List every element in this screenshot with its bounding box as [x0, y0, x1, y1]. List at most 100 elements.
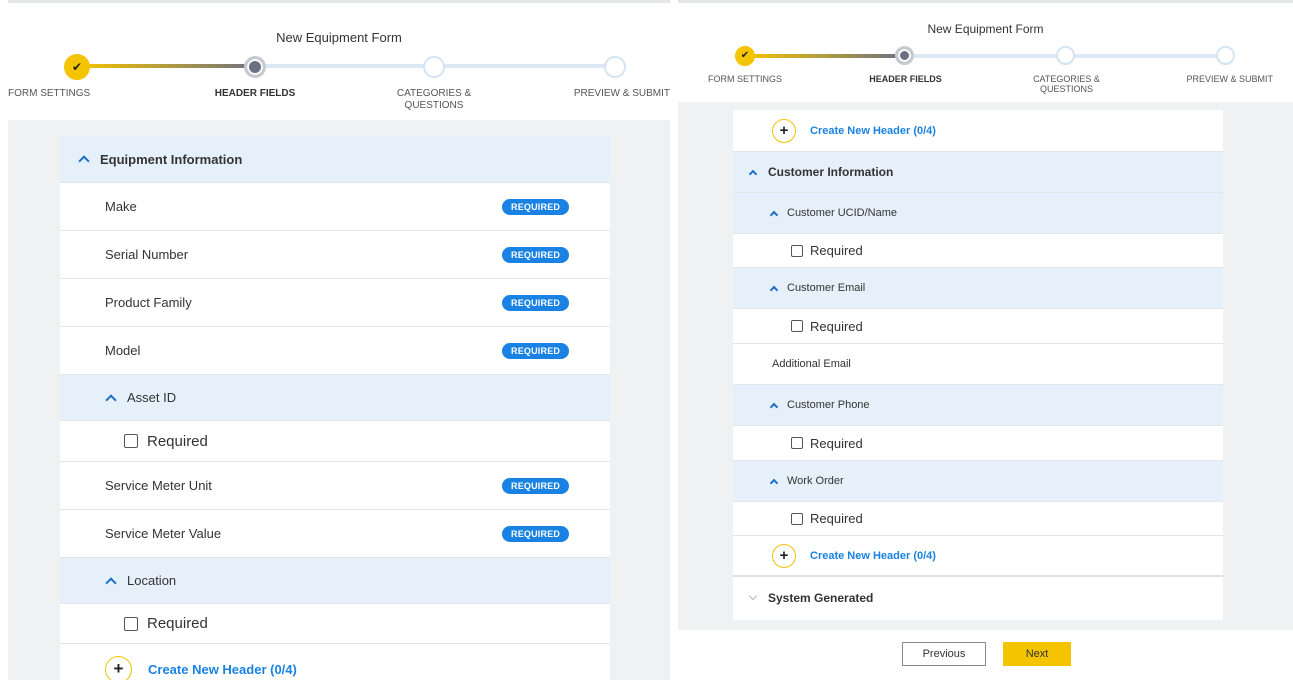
subsection-label: Customer Email [787, 282, 866, 294]
create-header-row[interactable]: + Create New Header (0/4) [733, 110, 1223, 152]
step-form-settings[interactable]: ✔ [735, 46, 755, 66]
header-fields-list: Equipment Information Make REQUIRED Seri… [60, 136, 610, 680]
subsection-work-order[interactable]: Work Order [733, 461, 1223, 502]
top-divider [678, 0, 1293, 3]
checkbox-label: Required [810, 511, 863, 526]
step-label-header-fields[interactable]: HEADER FIELDS [848, 74, 963, 84]
field-label: Serial Number [105, 247, 189, 262]
step-label-categories[interactable]: CATEGORIES & QUESTIONS [1024, 74, 1109, 95]
required-badge[interactable]: REQUIRED [502, 525, 570, 542]
plus-icon[interactable]: + [772, 543, 796, 568]
chevron-up-icon [769, 285, 779, 295]
create-header-row[interactable]: + Create New Header (0/4) [733, 536, 1223, 577]
section-system-generated[interactable]: System Generated [733, 577, 1223, 619]
subsection-customer-email[interactable]: Customer Email [733, 268, 1223, 309]
required-badge[interactable]: REQUIRED [502, 294, 570, 311]
required-checkbox-row: Required [60, 421, 610, 462]
plus-icon[interactable]: + [105, 655, 132, 680]
step-preview-submit[interactable] [1216, 46, 1235, 65]
field-label: Make [105, 199, 137, 214]
required-checkbox-row: Required [733, 502, 1223, 536]
step-label-form-settings[interactable]: FORM SETTINGS [8, 88, 128, 100]
required-checkbox[interactable] [791, 512, 803, 525]
field-label: Product Family [105, 295, 192, 310]
header-fields-list: + Create New Header (0/4) Customer Infor… [733, 110, 1223, 620]
subsection-label: Customer UCID/Name [787, 207, 898, 219]
field-label: Model [105, 343, 141, 358]
subsection-label: Customer Phone [787, 399, 870, 411]
step-categories[interactable] [423, 56, 445, 78]
right-form-panel: New Equipment Form ✔ FORM SETTINGS HEADE… [678, 0, 1293, 680]
step-label-preview-submit[interactable]: PREVIEW & SUBMIT [1173, 74, 1273, 84]
section-title: Customer Information [768, 165, 894, 179]
step-header-fields[interactable] [244, 56, 266, 78]
subsection-customer-phone[interactable]: Customer Phone [733, 385, 1223, 426]
field-row: Serial Number REQUIRED [60, 231, 610, 279]
checkbox-label: Required [147, 432, 208, 450]
chevron-up-icon [769, 402, 779, 412]
field-row: Service Meter Value REQUIRED [60, 510, 610, 558]
field-label: Additional Email [772, 358, 851, 370]
subsection-asset-id[interactable]: Asset ID [60, 375, 610, 421]
field-row: Make REQUIRED [60, 183, 610, 231]
subsection-label: Asset ID [127, 390, 177, 405]
progress-line-complete [78, 64, 258, 68]
footer-bar: Previous Next [678, 630, 1293, 680]
field-row: Service Meter Unit REQUIRED [60, 462, 610, 510]
chevron-up-icon [769, 210, 779, 220]
required-checkbox-row: Required [733, 426, 1223, 461]
step-header-fields[interactable] [895, 46, 914, 65]
step-label-categories[interactable]: CATEGORIES & QUESTIONS [384, 88, 484, 111]
required-checkbox-row: Required [733, 309, 1223, 344]
chevron-up-icon [748, 169, 758, 179]
stepper-header: New Equipment Form ✔ FORM SETTINGS HEADE… [8, 0, 670, 120]
subsection-location[interactable]: Location [60, 558, 610, 604]
create-header-row[interactable]: + Create New Header (0/4) [60, 644, 610, 680]
required-badge[interactable]: REQUIRED [502, 477, 570, 494]
plus-icon[interactable]: + [772, 118, 796, 143]
top-divider [8, 0, 670, 3]
create-new-header-link[interactable]: Create New Header (0/4) [810, 125, 936, 137]
form-title: New Equipment Form [276, 30, 402, 45]
required-badge[interactable]: REQUIRED [502, 342, 570, 359]
checkbox-label: Required [810, 318, 863, 334]
create-new-header-link[interactable]: Create New Header (0/4) [148, 662, 297, 677]
required-checkbox[interactable] [791, 437, 803, 449]
create-new-header-link[interactable]: Create New Header (0/4) [810, 550, 936, 562]
required-checkbox[interactable] [791, 244, 803, 257]
step-label-header-fields[interactable]: HEADER FIELDS [195, 88, 315, 100]
required-badge[interactable]: REQUIRED [502, 198, 570, 215]
chevron-up-icon [105, 393, 117, 406]
required-checkbox[interactable] [124, 434, 138, 448]
subsection-label: Location [127, 573, 177, 588]
required-badge[interactable]: REQUIRED [502, 246, 570, 263]
section-title: Equipment Information [100, 151, 243, 167]
subsection-customer-ucid[interactable]: Customer UCID/Name [733, 193, 1223, 234]
previous-button[interactable]: Previous [902, 642, 986, 666]
checkbox-label: Required [147, 615, 208, 632]
step-form-settings[interactable]: ✔ [64, 54, 90, 80]
subsection-label: Work Order [787, 475, 844, 487]
required-checkbox-row: Required [733, 234, 1223, 268]
check-icon: ✔ [740, 50, 750, 61]
required-checkbox-row: Required [60, 604, 610, 644]
form-title: New Equipment Form [927, 22, 1044, 36]
section-title: System Generated [768, 591, 874, 605]
required-checkbox[interactable] [124, 616, 138, 631]
next-button[interactable]: Next [1003, 642, 1071, 666]
step-label-form-settings[interactable]: FORM SETTINGS [708, 74, 808, 84]
checkbox-label: Required [810, 435, 863, 451]
step-label-preview-submit[interactable]: PREVIEW & SUBMIT [548, 88, 670, 100]
required-checkbox[interactable] [791, 320, 803, 332]
checkbox-label: Required [810, 243, 863, 258]
section-customer-information[interactable]: Customer Information [733, 152, 1223, 193]
progress-line-complete [744, 54, 904, 58]
stepper-header: New Equipment Form ✔ FORM SETTINGS HEADE… [678, 0, 1293, 102]
check-icon: ✔ [71, 60, 83, 74]
field-row: Additional Email [733, 344, 1223, 385]
section-equipment-information[interactable]: Equipment Information [60, 136, 610, 183]
step-categories[interactable] [1056, 46, 1075, 65]
field-label: Service Meter Unit [105, 478, 212, 493]
step-preview-submit[interactable] [604, 56, 626, 78]
chevron-up-icon [105, 576, 117, 589]
